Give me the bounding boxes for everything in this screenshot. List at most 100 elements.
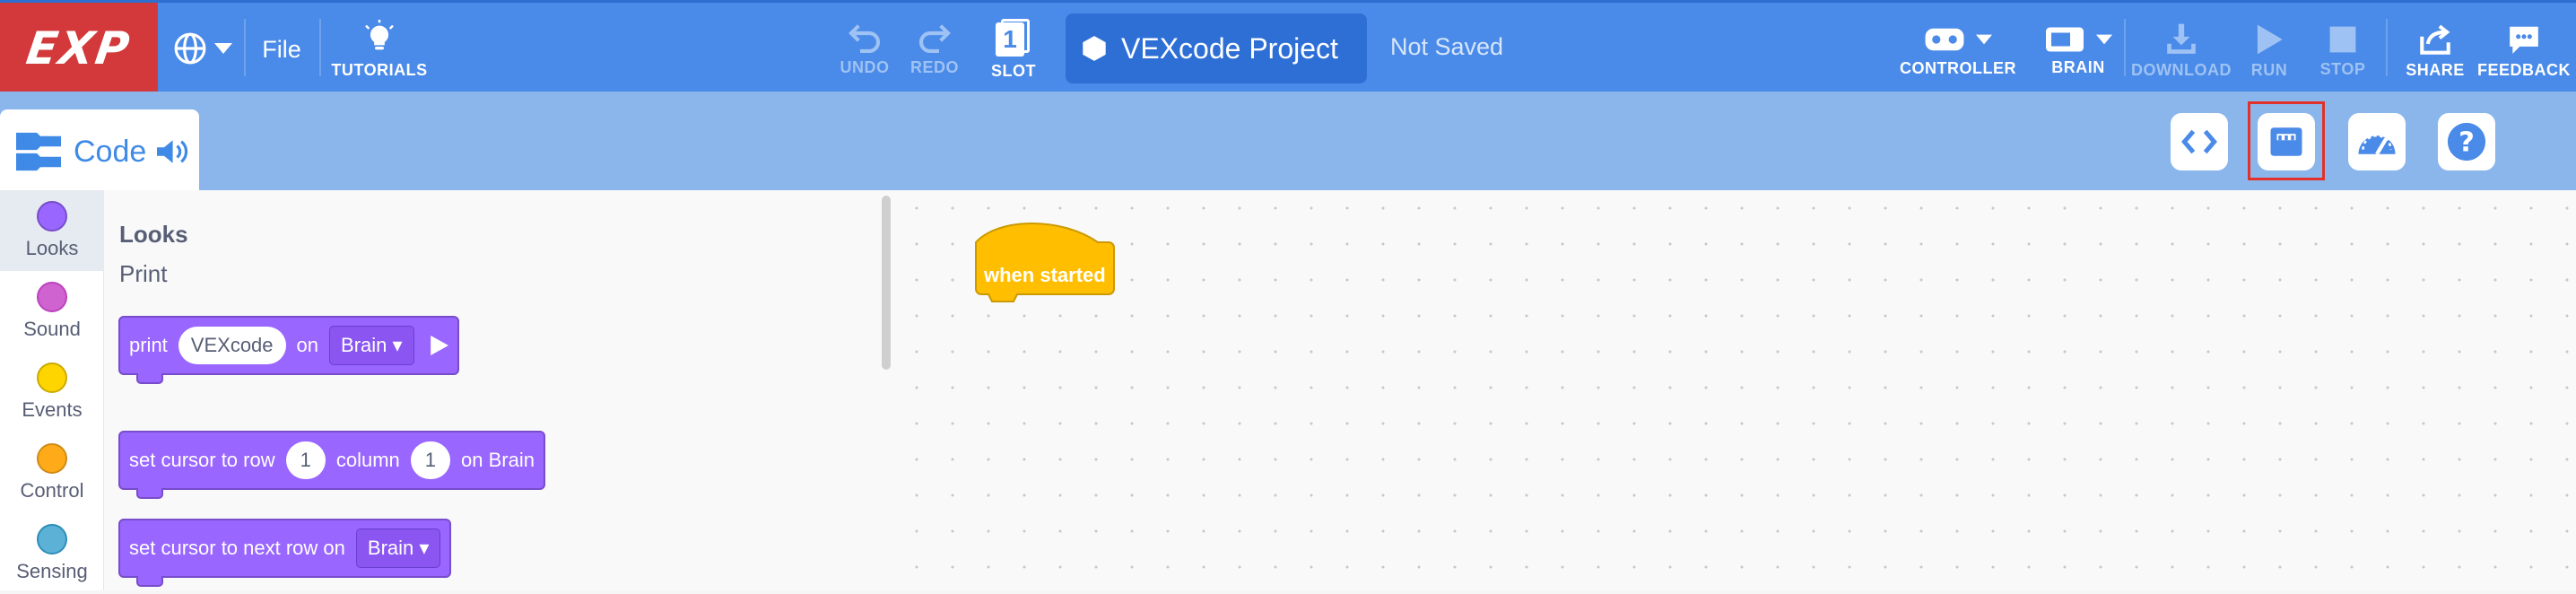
category-label: Events: [22, 398, 83, 421]
redo-button[interactable]: REDO: [901, 13, 969, 85]
globe-icon: [174, 32, 206, 65]
undo-button[interactable]: UNDO: [831, 13, 899, 85]
print-block[interactable]: print VEXcode on Brain ▾: [118, 316, 459, 384]
controller-label: CONTROLLER: [1900, 58, 2016, 77]
redo-icon: [918, 23, 951, 53]
divider: [319, 19, 321, 76]
palette-scrollbar[interactable]: [882, 196, 891, 370]
lightbulb-icon: [365, 19, 394, 49]
slot-button[interactable]: 1 SLOT: [979, 13, 1048, 85]
print-value-input[interactable]: VEXcode: [178, 327, 286, 364]
code-viewer-button[interactable]: [2171, 113, 2228, 170]
divider: [2386, 19, 2388, 76]
help-button[interactable]: ?: [2438, 113, 2495, 170]
block-text: on Brain: [461, 449, 535, 471]
chevron-down-icon: [1976, 34, 1992, 44]
project-name: VEXcode Project: [1121, 31, 1338, 65]
column-input[interactable]: 1: [410, 441, 451, 479]
redo-label: REDO: [909, 57, 959, 76]
brain-device-icon: [2046, 27, 2084, 51]
dropdown-value: Brain: [367, 537, 414, 559]
share-button[interactable]: SHARE: [2395, 15, 2476, 87]
control-dot-icon: [37, 443, 67, 474]
dropdown-value: Brain: [341, 334, 387, 356]
share-label: SHARE: [2406, 60, 2465, 79]
looks-dot-icon: [37, 201, 67, 231]
code-workspace[interactable]: [899, 190, 2576, 590]
tutorials-button[interactable]: TUTORIALS: [330, 13, 429, 85]
undo-icon: [849, 23, 881, 53]
slot-label: SLOT: [991, 61, 1036, 80]
svg-text:?: ?: [2459, 127, 2475, 159]
brain-button[interactable]: BRAIN: [2029, 15, 2128, 87]
slot-number: 1: [996, 22, 1024, 57]
speaker-icon: [157, 140, 188, 163]
sensing-dot-icon: [37, 524, 67, 555]
block-notch: [136, 373, 163, 384]
project-name-field[interactable]: VEXcode Project: [1066, 13, 1367, 83]
run-button[interactable]: RUN: [2235, 15, 2303, 87]
file-label: File: [262, 35, 301, 63]
download-button[interactable]: DOWNLOAD: [2131, 15, 2232, 87]
dashboard-button[interactable]: [2348, 113, 2406, 170]
help-icon: ?: [2447, 122, 2486, 162]
stop-label: STOP: [2319, 59, 2366, 78]
feedback-button[interactable]: FEEDBACK: [2477, 15, 2571, 87]
run-label: RUN: [2250, 60, 2288, 79]
hat-block-label: when started: [984, 264, 1106, 286]
undo-label: UNDO: [840, 57, 890, 76]
controller-icon: [1925, 28, 1964, 50]
chevron-down-icon: [214, 43, 232, 54]
category-sound[interactable]: Sound: [0, 271, 104, 352]
play-icon[interactable]: [429, 336, 448, 355]
language-menu-button[interactable]: [167, 15, 239, 82]
palette-subsection-label: Print: [119, 260, 168, 287]
category-sensing[interactable]: Sensing: [0, 513, 104, 594]
block-text: set cursor to row: [129, 449, 275, 471]
tutorials-label: TUTORIALS: [331, 60, 428, 79]
slot-icon: 1: [996, 18, 1031, 57]
block-text: set cursor to next row on: [129, 537, 345, 559]
category-label: Sound: [23, 318, 81, 340]
palette-section-title: Looks: [119, 221, 188, 248]
set-cursor-block[interactable]: set cursor to row 1 column 1 on Brain: [118, 431, 545, 499]
exp-logo: EXP: [0, 3, 158, 94]
play-icon: [2257, 24, 2283, 54]
file-menu-button[interactable]: File: [255, 30, 309, 69]
share-icon: [2420, 24, 2450, 55]
tab-code[interactable]: Code: [0, 109, 199, 194]
feedback-icon: [2510, 26, 2538, 54]
events-dot-icon: [37, 363, 67, 393]
block-notch: [136, 576, 163, 587]
category-label: Looks: [25, 237, 79, 259]
category-label: Control: [20, 479, 84, 502]
category-looks[interactable]: Looks: [0, 190, 104, 271]
category-sidebar: Looks Sound Events Control Sensing: [0, 190, 104, 590]
code-tab-label: Code: [74, 134, 147, 169]
block-text: print: [129, 334, 168, 356]
divider: [244, 19, 246, 76]
feedback-label: FEEDBACK: [2477, 60, 2572, 79]
category-label: Sensing: [16, 560, 88, 582]
stop-icon: [2329, 26, 2356, 52]
code-brackets-icon: [2181, 129, 2217, 154]
block-text: on: [296, 334, 319, 356]
chevron-down-icon: [2096, 34, 2112, 44]
category-events[interactable]: Events: [0, 352, 104, 432]
gauge-icon: [2358, 134, 2396, 155]
brain-dropdown[interactable]: Brain ▾: [355, 528, 441, 568]
category-control[interactable]: Control: [0, 432, 104, 513]
code-blocks-icon: [16, 132, 61, 171]
row-input[interactable]: 1: [285, 441, 326, 479]
brain-dropdown[interactable]: Brain ▾: [329, 326, 414, 365]
highlight-box: [2248, 101, 2325, 180]
stop-button[interactable]: STOP: [2309, 15, 2377, 87]
hexagon-icon: [1083, 36, 1106, 61]
next-row-block[interactable]: set cursor to next row on Brain ▾: [118, 519, 452, 587]
logo-text: EXP: [23, 22, 135, 74]
top-toolbar: EXP File TUTORIALS UNDO REDO 1 SLOT VEXc…: [0, 0, 2576, 94]
controller-button[interactable]: CONTROLLER: [1900, 15, 2016, 87]
download-icon: [2167, 23, 2196, 54]
save-status: Not Saved: [1390, 33, 1504, 60]
block-notch: [136, 488, 163, 499]
